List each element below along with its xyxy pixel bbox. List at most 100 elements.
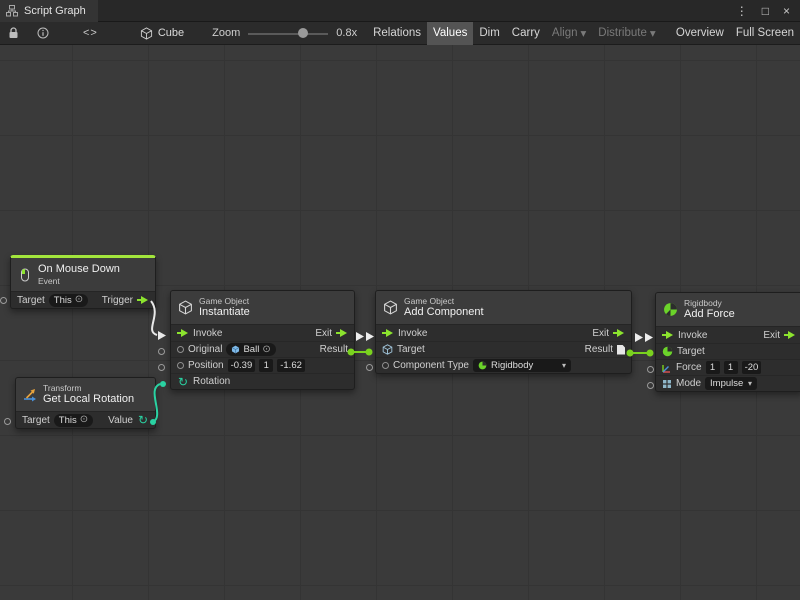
input-port[interactable] <box>647 382 654 389</box>
input-port[interactable] <box>158 348 165 355</box>
mode-dropdown[interactable]: Impulse ▾ <box>705 377 757 390</box>
input-port[interactable] <box>158 364 165 371</box>
title-bar: Script Graph ⋮ □ × <box>0 0 800 22</box>
node-header: Game Object Add Component <box>376 291 631 325</box>
zoom-slider-track <box>248 33 328 35</box>
trigger-output-port[interactable] <box>137 296 149 305</box>
vector3-type-icon <box>177 362 184 369</box>
node-category: Game Object <box>199 296 250 306</box>
zoom-slider[interactable] <box>248 22 328 45</box>
toolbar-buttons: Relations Values Dim Carry Align ▾ Distr… <box>367 22 800 45</box>
dim-button[interactable]: Dim <box>473 22 505 45</box>
window-maximize-button[interactable]: □ <box>762 4 769 18</box>
zoom-value: 0.8x <box>336 27 357 39</box>
input-port[interactable] <box>647 366 654 373</box>
invoke-input-port[interactable] <box>177 329 189 338</box>
node-category: Game Object <box>404 296 484 306</box>
object-picker-icon[interactable]: ⊙ <box>75 295 83 305</box>
node-add-component[interactable]: Game Object Add Component Invoke Exit Ta… <box>375 290 632 374</box>
invoke-input-port[interactable] <box>382 329 394 338</box>
align-button[interactable]: Align ▾ <box>546 22 592 45</box>
tab-script-graph[interactable]: Script Graph <box>0 0 98 22</box>
target-field[interactable]: This ⊙ <box>49 294 88 307</box>
node-row: Original Ball ⊙ Result <box>171 341 354 357</box>
force-y-field[interactable]: 1 <box>724 361 738 374</box>
window-controls: ⋮ □ × <box>736 4 800 18</box>
node-header: Rigidbody Add Force <box>656 293 800 327</box>
mouse-icon <box>18 268 32 282</box>
info-icon[interactable] <box>33 22 53 45</box>
input-port[interactable] <box>366 364 373 371</box>
graph-canvas[interactable]: On Mouse Down Event Target This ⊙ Trigge… <box>0 45 800 600</box>
distribute-label: Distribute <box>598 27 647 39</box>
original-field-value: Ball <box>243 344 259 355</box>
node-row: Mode Impulse ▾ <box>656 375 800 391</box>
invoke-label: Invoke <box>193 328 222 339</box>
exit-output-port[interactable] <box>613 329 625 338</box>
node-get-local-rotation[interactable]: Transform Get Local Rotation Target This… <box>15 377 156 429</box>
position-x-field[interactable]: -0.39 <box>228 359 256 372</box>
force-x-field[interactable]: 1 <box>706 361 720 374</box>
exit-output-port[interactable] <box>336 329 348 338</box>
graph-target[interactable]: Cube <box>140 27 184 40</box>
zoom-slider-thumb[interactable] <box>298 28 308 38</box>
node-instantiate[interactable]: Game Object Instantiate Invoke Exit Orig… <box>170 290 355 390</box>
position-y-field[interactable]: 1 <box>259 359 273 372</box>
node-row: Force 1 1 -20 <box>656 359 800 375</box>
node-title: On Mouse Down <box>38 263 120 276</box>
input-port[interactable] <box>0 297 7 304</box>
node-row: Invoke Exit <box>171 325 354 341</box>
node-header: Transform Get Local Rotation <box>16 378 155 412</box>
rotation-label: Rotation <box>193 376 230 387</box>
value-label: Value <box>108 415 133 426</box>
overview-button[interactable]: Overview <box>670 22 730 45</box>
graph-target-label: Cube <box>158 27 184 39</box>
full-screen-button[interactable]: Full Screen <box>730 22 800 45</box>
prefab-icon <box>231 345 240 354</box>
node-add-force[interactable]: Rigidbody Add Force Invoke Exit Target <box>655 292 800 392</box>
object-picker-icon[interactable]: ⊙ <box>80 415 88 425</box>
node-category: Transform <box>43 383 134 393</box>
game-object-type-icon <box>177 346 184 353</box>
position-z-field[interactable]: -1.62 <box>277 359 305 372</box>
result-output-port[interactable] <box>617 345 625 355</box>
window-menu-button[interactable]: ⋮ <box>736 4 748 18</box>
carry-button[interactable]: Carry <box>506 22 546 45</box>
force-z-field[interactable]: -20 <box>742 361 762 374</box>
target-field[interactable]: This ⊙ <box>54 414 93 427</box>
window-title: Script Graph <box>24 5 86 17</box>
component-type-dropdown[interactable]: Rigidbody ▾ <box>473 359 571 372</box>
original-field[interactable]: Ball ⊙ <box>226 343 275 356</box>
position-label: Position <box>188 360 224 371</box>
invoke-input-port[interactable] <box>662 331 674 340</box>
rotation-input-port[interactable]: ↻ <box>177 376 189 388</box>
rigidbody-type-icon <box>662 346 673 357</box>
value-output-port[interactable]: ↻ <box>137 414 149 426</box>
node-on-mouse-down[interactable]: On Mouse Down Event Target This ⊙ Trigge… <box>10 255 156 309</box>
node-title: Add Force <box>684 308 735 321</box>
trigger-label: Trigger <box>102 295 133 306</box>
chevron-down-icon: ▾ <box>650 26 656 40</box>
invoke-label: Invoke <box>678 330 707 341</box>
input-port[interactable] <box>4 418 11 425</box>
code-icon[interactable]: <> <box>79 22 102 45</box>
distribute-button[interactable]: Distribute ▾ <box>592 22 661 45</box>
wire-endpoint <box>647 350 654 357</box>
chevron-down-icon: ▾ <box>562 361 566 370</box>
target-field-value: This <box>59 415 77 426</box>
result-label: Result <box>320 344 348 355</box>
window-close-button[interactable]: × <box>783 4 790 18</box>
lock-icon[interactable] <box>4 22 23 45</box>
node-title: Instantiate <box>199 306 250 319</box>
relations-button[interactable]: Relations <box>367 22 427 45</box>
object-picker-icon[interactable]: ⊙ <box>262 345 270 355</box>
node-title: Add Component <box>404 306 484 319</box>
component-type-label: Component Type <box>393 360 469 371</box>
exit-output-port[interactable] <box>784 331 796 340</box>
transform-icon <box>23 388 37 402</box>
node-row: Invoke Exit <box>656 327 800 343</box>
node-category: Rigidbody <box>684 298 735 308</box>
values-button[interactable]: Values <box>427 22 473 45</box>
flow-arrowhead <box>158 331 166 340</box>
target-field-value: This <box>54 295 72 306</box>
